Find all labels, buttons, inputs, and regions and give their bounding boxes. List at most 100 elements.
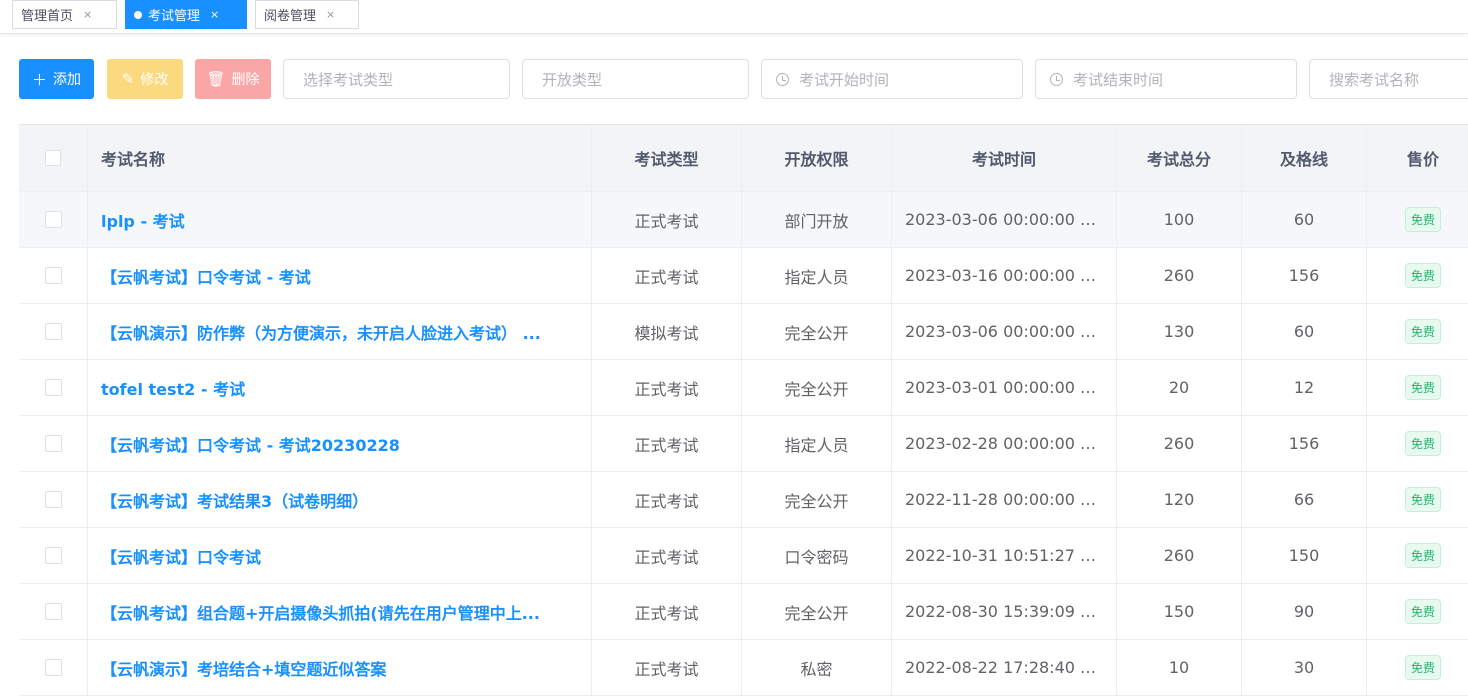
row-checkbox[interactable] — [44, 211, 62, 228]
header-select-cell — [19, 125, 88, 191]
start-time-picker[interactable]: 考试开始时间 — [761, 59, 1023, 99]
open-type-select[interactable]: 开放类型 — [522, 59, 749, 99]
header-pass-line[interactable]: 及格线 — [1242, 125, 1367, 191]
exam-time-text: 2022-08-30 15:39:09 ~... — [905, 602, 1103, 621]
exam-type-cell: 正式考试 — [592, 248, 742, 303]
row-checkbox[interactable] — [44, 379, 62, 396]
row-select-cell — [19, 584, 88, 639]
table-row[interactable]: 【云帆演示】防作弊（为方便演示，未开启人脸进入考试） ... 模拟考试 完全公开 20… — [19, 304, 1468, 360]
exam-time-cell: 2023-03-16 00:00:00 ~... — [892, 248, 1117, 303]
start-time-placeholder: 考试开始时间 — [799, 70, 890, 89]
header-exam-time[interactable]: 考试时间 — [892, 125, 1117, 191]
pass-line-cell: 30 — [1242, 640, 1367, 695]
row-checkbox[interactable] — [44, 659, 62, 676]
row-checkbox[interactable] — [44, 547, 62, 564]
exam-name-cell: 【云帆演示】防作弊（为方便演示，未开启人脸进入考试） ... — [88, 304, 592, 359]
table-row[interactable]: 【云帆考试】口令考试 正式考试 口令密码 2022-10-31 10:51:27 ~.… — [19, 528, 1468, 584]
price-cell: 免费 — [1367, 248, 1468, 303]
free-badge: 免费 — [1404, 263, 1441, 288]
access-cell: 指定人员 — [742, 416, 892, 471]
header-exam-name[interactable]: 考试名称 — [88, 125, 592, 191]
exam-name-link[interactable]: 【云帆考试】考试结果3（试卷明细） — [101, 488, 368, 512]
exam-name-link[interactable]: 【云帆考试】口令考试 - 考试 — [101, 264, 311, 288]
total-score-cell: 10 — [1117, 640, 1242, 695]
table-row[interactable]: lplp - 考试 正式考试 部门开放 2023-03-06 00:00:00 ~..… — [19, 192, 1468, 248]
row-select-cell — [19, 248, 88, 303]
exam-name-link[interactable]: 【云帆考试】口令考试 — [101, 544, 261, 568]
add-button[interactable]: ＋ 添加 — [19, 59, 94, 99]
table-row[interactable]: 【云帆考试】口令考试 - 考试 正式考试 指定人员 2023-03-16 00:00:… — [19, 248, 1468, 304]
table-row[interactable]: 【云帆考试】考试结果3（试卷明细） 正式考试 完全公开 2022-11-28 00:0… — [19, 472, 1468, 528]
header-total-score[interactable]: 考试总分 — [1117, 125, 1242, 191]
tab-bar: 管理首页 × 考试管理 × 阅卷管理 × — [0, 0, 1468, 34]
select-all-checkbox[interactable] — [45, 150, 61, 166]
exam-time-text: 2023-03-06 00:00:00 ~... — [905, 210, 1103, 229]
tab-label: 考试管理 — [148, 9, 201, 24]
free-badge: 免费 — [1404, 543, 1441, 568]
total-score-cell: 120 — [1117, 472, 1242, 527]
exam-name-link[interactable]: 【云帆考试】组合题+开启摄像头抓拍(请先在用户管理中上... — [101, 600, 540, 624]
close-icon[interactable]: × — [326, 8, 335, 21]
row-checkbox[interactable] — [44, 603, 62, 620]
exam-name-cell: 【云帆演示】考培结合+填空题近似答案 — [88, 640, 592, 695]
exam-name-cell: 【云帆考试】组合题+开启摄像头抓拍(请先在用户管理中上... — [88, 584, 592, 639]
close-icon[interactable]: × — [210, 8, 219, 21]
row-select-cell — [19, 528, 88, 583]
access-cell: 完全公开 — [742, 360, 892, 415]
exam-name-link[interactable]: 【云帆考试】口令考试 - 考试20230228 — [101, 432, 400, 456]
search-placeholder: 搜索考试名称 — [1329, 70, 1420, 89]
clock-icon — [1050, 72, 1063, 86]
exam-time-text: 2023-02-28 00:00:00 ~... — [905, 434, 1103, 453]
search-input[interactable]: 搜索考试名称 — [1309, 59, 1468, 99]
exam-name-link[interactable]: 【云帆演示】防作弊（为方便演示，未开启人脸进入考试） ... — [101, 320, 541, 344]
exam-time-text: 2022-08-22 17:28:40 ~... — [905, 658, 1103, 677]
exam-type-cell: 正式考试 — [592, 416, 742, 471]
exam-type-cell: 模拟考试 — [592, 304, 742, 359]
header-exam-type[interactable]: 考试类型 — [592, 125, 742, 191]
total-score-cell: 20 — [1117, 360, 1242, 415]
edit-button[interactable]: ✎ 修改 — [107, 59, 183, 99]
exam-name-link[interactable]: lplp - 考试 — [101, 208, 185, 232]
exam-name-link[interactable]: tofel test2 - 考试 — [101, 376, 245, 400]
row-checkbox[interactable] — [44, 323, 62, 340]
table-row[interactable]: tofel test2 - 考试 正式考试 完全公开 2023-03-01 00:00… — [19, 360, 1468, 416]
row-select-cell — [19, 472, 88, 527]
price-cell: 免费 — [1367, 472, 1468, 527]
pass-line-cell: 12 — [1242, 360, 1367, 415]
price-cell: 免费 — [1367, 304, 1468, 359]
exam-name-link[interactable]: 【云帆演示】考培结合+填空题近似答案 — [101, 656, 386, 680]
table-row[interactable]: 【云帆考试】组合题+开启摄像头抓拍(请先在用户管理中上... 正式考试 完全公开 20… — [19, 584, 1468, 640]
total-score-cell: 130 — [1117, 304, 1242, 359]
price-cell: 免费 — [1367, 360, 1468, 415]
access-cell: 部门开放 — [742, 192, 892, 247]
exam-time-cell: 2022-10-31 10:51:27 ~... — [892, 528, 1117, 583]
row-checkbox[interactable] — [44, 491, 62, 508]
exam-type-cell: 正式考试 — [592, 640, 742, 695]
access-cell: 完全公开 — [742, 472, 892, 527]
table-header: 考试名称 考试类型 开放权限 考试时间 考试总分 及格线 售价 — [19, 125, 1468, 192]
trash-icon: 🗑 — [206, 70, 226, 88]
table-row[interactable]: 【云帆考试】口令考试 - 考试20230228 正式考试 指定人员 2023-02-2… — [19, 416, 1468, 472]
tab-admin-home[interactable]: 管理首页 × — [12, 0, 117, 29]
header-access[interactable]: 开放权限 — [742, 125, 892, 191]
close-icon[interactable]: × — [83, 8, 92, 21]
exam-type-select[interactable]: 选择考试类型 — [283, 59, 510, 99]
exam-name-cell: 【云帆考试】口令考试 - 考试20230228 — [88, 416, 592, 471]
exam-time-cell: 2023-03-06 00:00:00 ~... — [892, 304, 1117, 359]
pass-line-cell: 156 — [1242, 416, 1367, 471]
exam-time-text: 2023-03-16 00:00:00 ~... — [905, 266, 1103, 285]
row-checkbox[interactable] — [44, 435, 62, 452]
exam-time-cell: 2023-03-01 00:00:00 ~... — [892, 360, 1117, 415]
price-cell: 免费 — [1367, 528, 1468, 583]
table-row[interactable]: 【云帆演示】考培结合+填空题近似答案 正式考试 私密 2022-08-22 17:28… — [19, 640, 1468, 696]
exam-time-text: 2023-03-01 00:00:00 ~... — [905, 378, 1103, 397]
tab-grading-management[interactable]: 阅卷管理 × — [255, 0, 359, 29]
row-checkbox[interactable] — [44, 267, 62, 284]
delete-button[interactable]: 🗑 删除 — [195, 59, 271, 99]
header-price[interactable]: 售价 — [1367, 125, 1468, 191]
access-cell: 私密 — [742, 640, 892, 695]
end-time-picker[interactable]: 考试结束时间 — [1035, 59, 1297, 99]
exam-table: 考试名称 考试类型 开放权限 考试时间 考试总分 及格线 售价 lplp - 考… — [19, 124, 1468, 696]
tab-exam-management[interactable]: 考试管理 × — [125, 0, 247, 29]
access-cell: 完全公开 — [742, 584, 892, 639]
